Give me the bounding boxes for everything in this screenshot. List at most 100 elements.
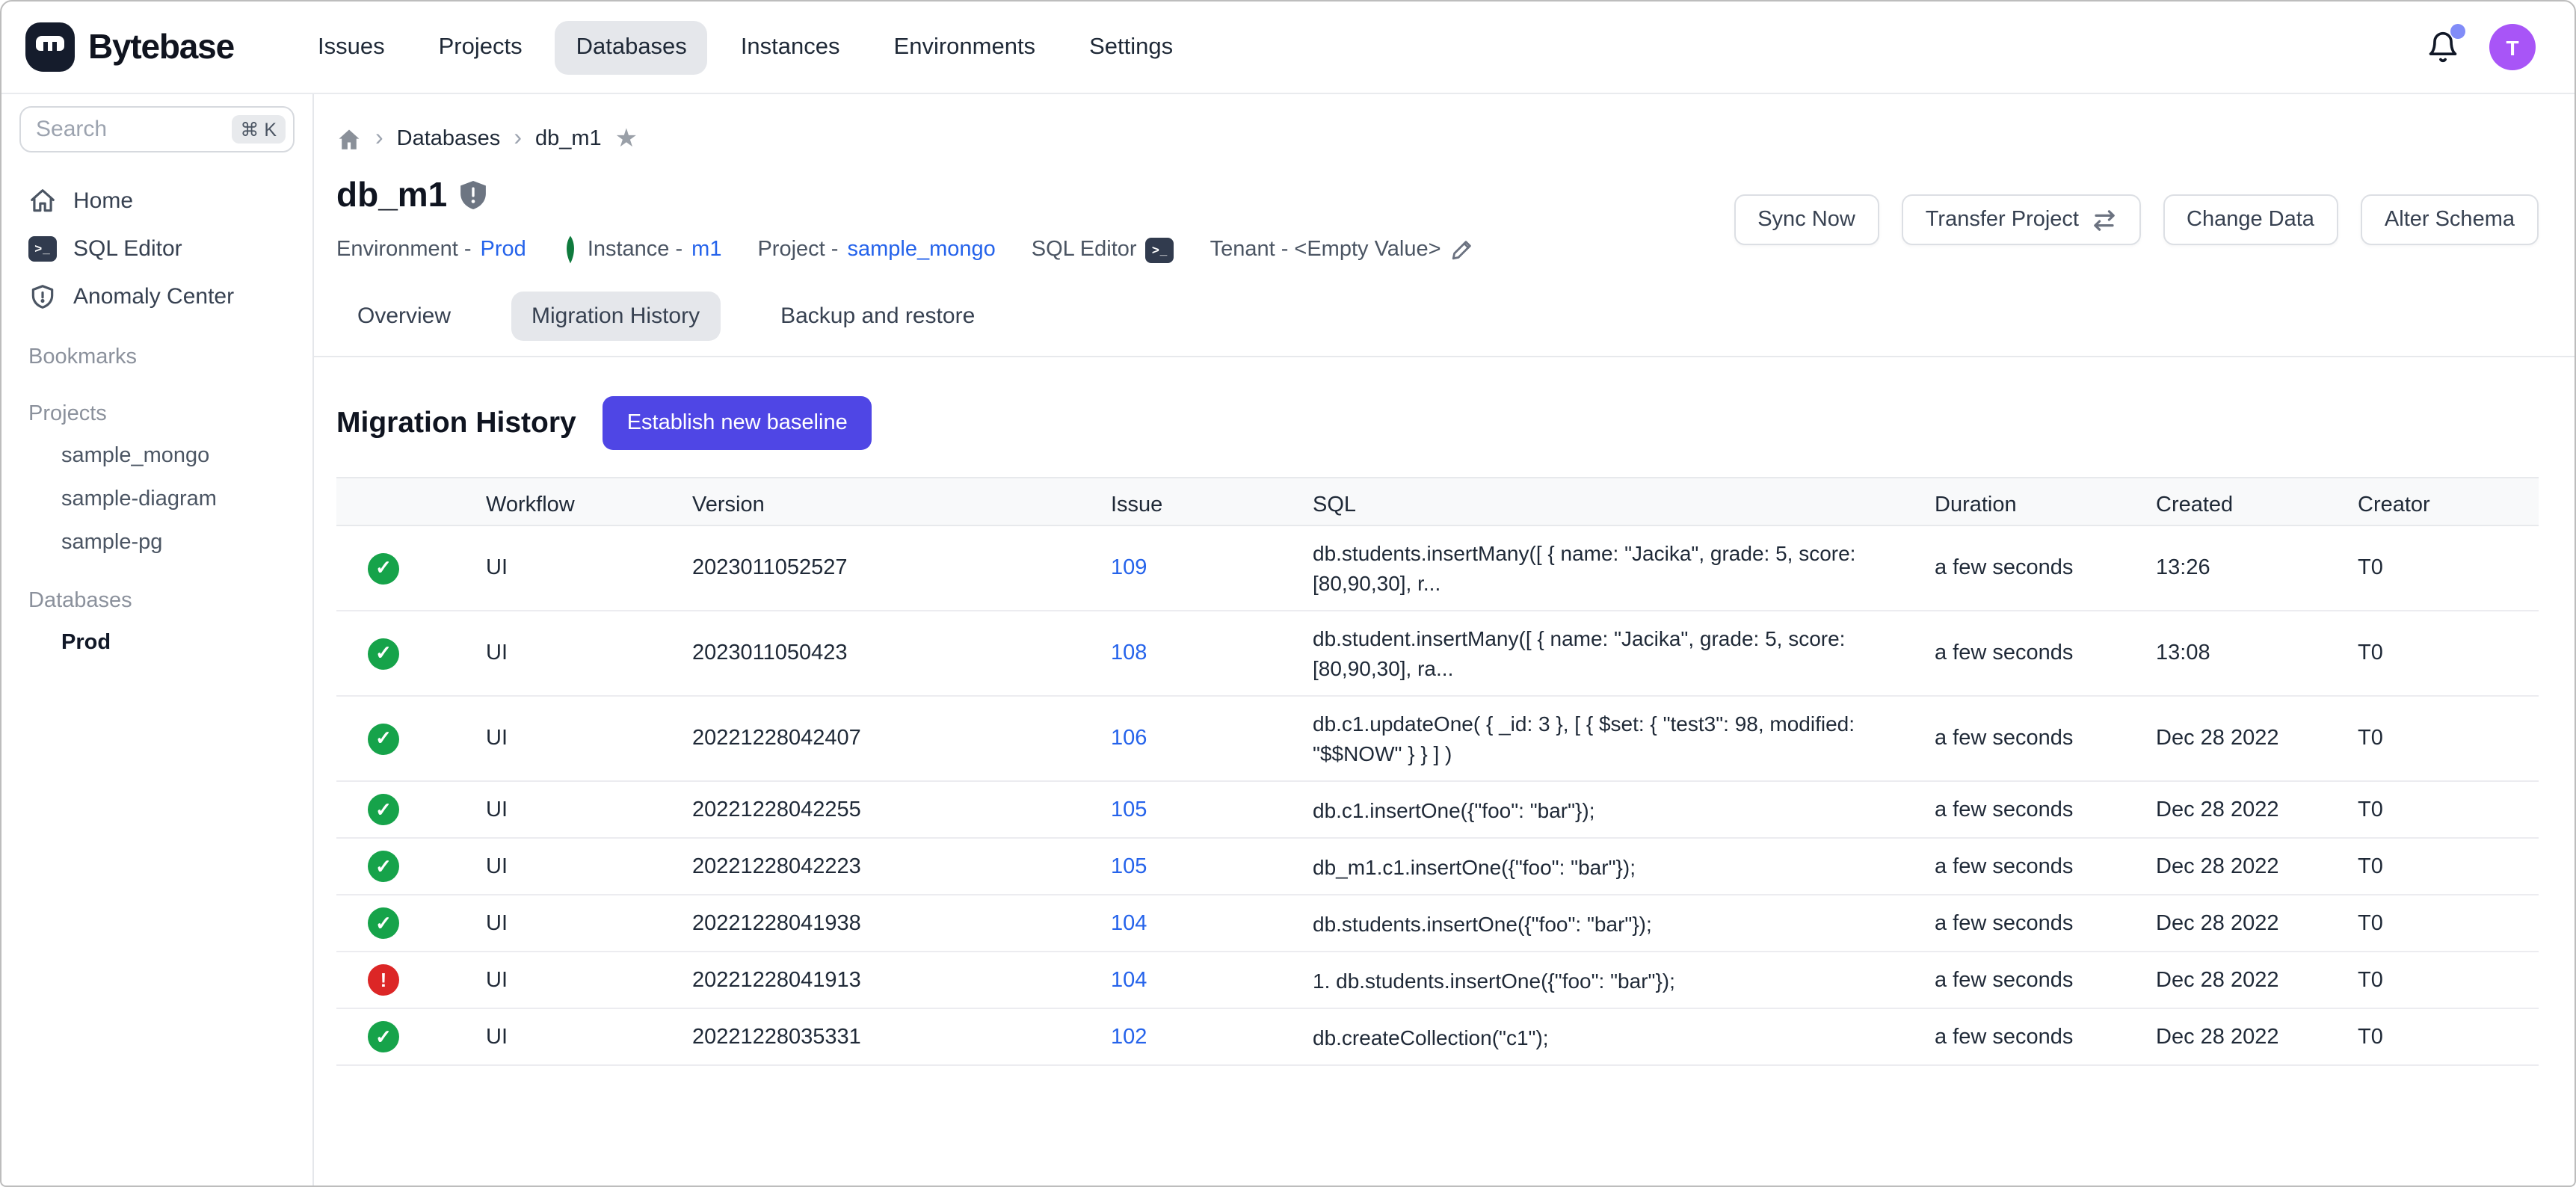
tab-overview[interactable]: Overview bbox=[336, 292, 472, 341]
environment-link[interactable]: Prod bbox=[481, 238, 526, 262]
success-icon: ✓ bbox=[368, 723, 399, 754]
duration-cell: a few seconds bbox=[1935, 541, 2156, 595]
notification-dot bbox=[2450, 24, 2465, 39]
created-cell: Dec 28 2022 bbox=[2156, 783, 2358, 836]
issue-link[interactable]: 104 bbox=[1111, 968, 1147, 992]
duration-cell: a few seconds bbox=[1935, 712, 2156, 765]
sidebar-item-anomaly-center[interactable]: Anomaly Center bbox=[19, 272, 295, 320]
breadcrumb: › Databases › db_m1 ★ bbox=[314, 94, 2575, 154]
creator-cell: T0 bbox=[2358, 1010, 2539, 1064]
table-row: ✓ UI 20221228042407 106 db.c1.updateOne(… bbox=[336, 697, 2539, 782]
version-cell: 20221228041938 bbox=[692, 896, 1111, 950]
chevron-right-icon: › bbox=[514, 127, 522, 151]
sidebar-item-sample-mongo[interactable]: sample_mongo bbox=[19, 434, 295, 477]
sql-cell: db.createCollection("c1"); bbox=[1313, 1010, 1935, 1064]
version-cell: 2023011052527 bbox=[692, 541, 1111, 595]
issue-link[interactable]: 106 bbox=[1111, 727, 1147, 750]
avatar[interactable]: T bbox=[2489, 24, 2536, 70]
project-link[interactable]: sample_mongo bbox=[847, 238, 995, 262]
topbar-right: T bbox=[2426, 24, 2536, 70]
table-row: ! UI 20221228041913 104 1. db.students.i… bbox=[336, 952, 2539, 1009]
main-content: › Databases › db_m1 ★ db_m1 Environment … bbox=[314, 94, 2575, 1186]
success-icon: ✓ bbox=[368, 907, 399, 939]
nav-environments[interactable]: Environments bbox=[873, 20, 1057, 74]
project-label: Project - bbox=[757, 238, 838, 262]
bytebase-logo-icon bbox=[25, 22, 75, 72]
search-shortcut: ⌘ K bbox=[231, 115, 286, 144]
workflow-cell: UI bbox=[486, 839, 692, 893]
tab-migration-history[interactable]: Migration History bbox=[511, 292, 721, 341]
change-data-button[interactable]: Change Data bbox=[2163, 194, 2338, 245]
bookmark-star-icon[interactable]: ★ bbox=[615, 124, 638, 154]
workflow-cell: UI bbox=[486, 953, 692, 1007]
nav-settings[interactable]: Settings bbox=[1068, 20, 1194, 74]
duration-cell: a few seconds bbox=[1935, 626, 2156, 680]
created-cell: Dec 28 2022 bbox=[2156, 839, 2358, 893]
nav-issues[interactable]: Issues bbox=[297, 20, 406, 74]
breadcrumb-home-icon[interactable] bbox=[336, 126, 362, 152]
sidebar-section-bookmarks: Bookmarks bbox=[19, 338, 295, 377]
sidebar-item-label: Home bbox=[73, 188, 133, 213]
duration-cell: a few seconds bbox=[1935, 896, 2156, 950]
bytebase-logo[interactable]: Bytebase bbox=[25, 22, 234, 72]
tab-content: Migration History Establish new baseline… bbox=[314, 357, 2575, 1066]
breadcrumb-databases[interactable]: Databases bbox=[397, 127, 501, 151]
table-row: ✓ UI 2023011050423 108 db.student.insert… bbox=[336, 611, 2539, 697]
error-icon: ! bbox=[368, 964, 399, 996]
instance-link[interactable]: m1 bbox=[691, 238, 721, 262]
chevron-right-icon: › bbox=[375, 127, 383, 151]
sidebar-item-sample-pg[interactable]: sample-pg bbox=[19, 520, 295, 564]
sync-now-button[interactable]: Sync Now bbox=[1734, 194, 1879, 245]
column-header-issue: Issue bbox=[1111, 478, 1313, 532]
sidebar-item-home[interactable]: Home bbox=[19, 176, 295, 224]
column-header-workflow: Workflow bbox=[486, 478, 692, 532]
issue-link[interactable]: 105 bbox=[1111, 854, 1147, 878]
nav-databases[interactable]: Databases bbox=[555, 20, 708, 74]
sidebar-section-databases: Databases bbox=[19, 582, 295, 620]
search-box[interactable]: ⌘ K bbox=[19, 106, 295, 152]
migration-table-body: ✓ UI 2023011052527 109 db.students.inser… bbox=[336, 526, 2539, 1066]
brand-name: Bytebase bbox=[88, 27, 234, 67]
sidebar-nav: Home >_ SQL Editor Anomaly Center Bookma… bbox=[19, 176, 295, 664]
workflow-cell: UI bbox=[486, 626, 692, 680]
notification-bell-button[interactable] bbox=[2426, 30, 2459, 64]
created-cell: Dec 28 2022 bbox=[2156, 712, 2358, 765]
establish-baseline-button[interactable]: Establish new baseline bbox=[603, 396, 872, 450]
issue-link[interactable]: 105 bbox=[1111, 798, 1147, 821]
sidebar-item-sample-diagram[interactable]: sample-diagram bbox=[19, 477, 295, 520]
creator-cell: T0 bbox=[2358, 953, 2539, 1007]
sql-cell: db_m1.c1.insertOne({"foo": "bar"}); bbox=[1313, 839, 1935, 893]
tab-backup-and-restore[interactable]: Backup and restore bbox=[759, 292, 996, 341]
sql-cell: db.students.insertMany([ { name: "Jacika… bbox=[1313, 526, 1935, 610]
success-icon: ✓ bbox=[368, 851, 399, 882]
sidebar-item-prod[interactable]: Prod bbox=[19, 620, 295, 664]
alter-schema-button[interactable]: Alter Schema bbox=[2361, 194, 2539, 245]
shield-icon bbox=[28, 282, 57, 310]
created-cell: Dec 28 2022 bbox=[2156, 953, 2358, 1007]
duration-cell: a few seconds bbox=[1935, 783, 2156, 836]
column-header-duration: Duration bbox=[1935, 478, 2156, 532]
issue-link[interactable]: 104 bbox=[1111, 911, 1147, 935]
column-header-creator: Creator bbox=[2358, 478, 2539, 532]
main-nav: Issues Projects Databases Instances Envi… bbox=[297, 20, 1194, 74]
version-cell: 20221228042223 bbox=[692, 839, 1111, 893]
nav-instances[interactable]: Instances bbox=[720, 20, 861, 74]
nav-projects[interactable]: Projects bbox=[418, 20, 543, 74]
search-input[interactable] bbox=[36, 117, 231, 142]
transfer-project-button[interactable]: Transfer Project bbox=[1902, 194, 2140, 245]
issue-link[interactable]: 108 bbox=[1111, 641, 1147, 665]
column-header-status bbox=[336, 493, 486, 517]
duration-cell: a few seconds bbox=[1935, 1010, 2156, 1064]
workflow-cell: UI bbox=[486, 896, 692, 950]
edit-tenant-pencil-icon[interactable] bbox=[1450, 238, 1474, 262]
sidebar-item-sql-editor[interactable]: >_ SQL Editor bbox=[19, 224, 295, 272]
sql-editor-link[interactable]: SQL Editor >_ bbox=[1032, 237, 1174, 262]
workflow-cell: UI bbox=[486, 541, 692, 595]
breadcrumb-current: db_m1 bbox=[535, 127, 602, 151]
version-cell: 20221228042407 bbox=[692, 712, 1111, 765]
created-cell: Dec 28 2022 bbox=[2156, 896, 2358, 950]
issue-link[interactable]: 109 bbox=[1111, 556, 1147, 580]
version-cell: 20221228042255 bbox=[692, 783, 1111, 836]
success-icon: ✓ bbox=[368, 794, 399, 825]
issue-link[interactable]: 102 bbox=[1111, 1025, 1147, 1049]
